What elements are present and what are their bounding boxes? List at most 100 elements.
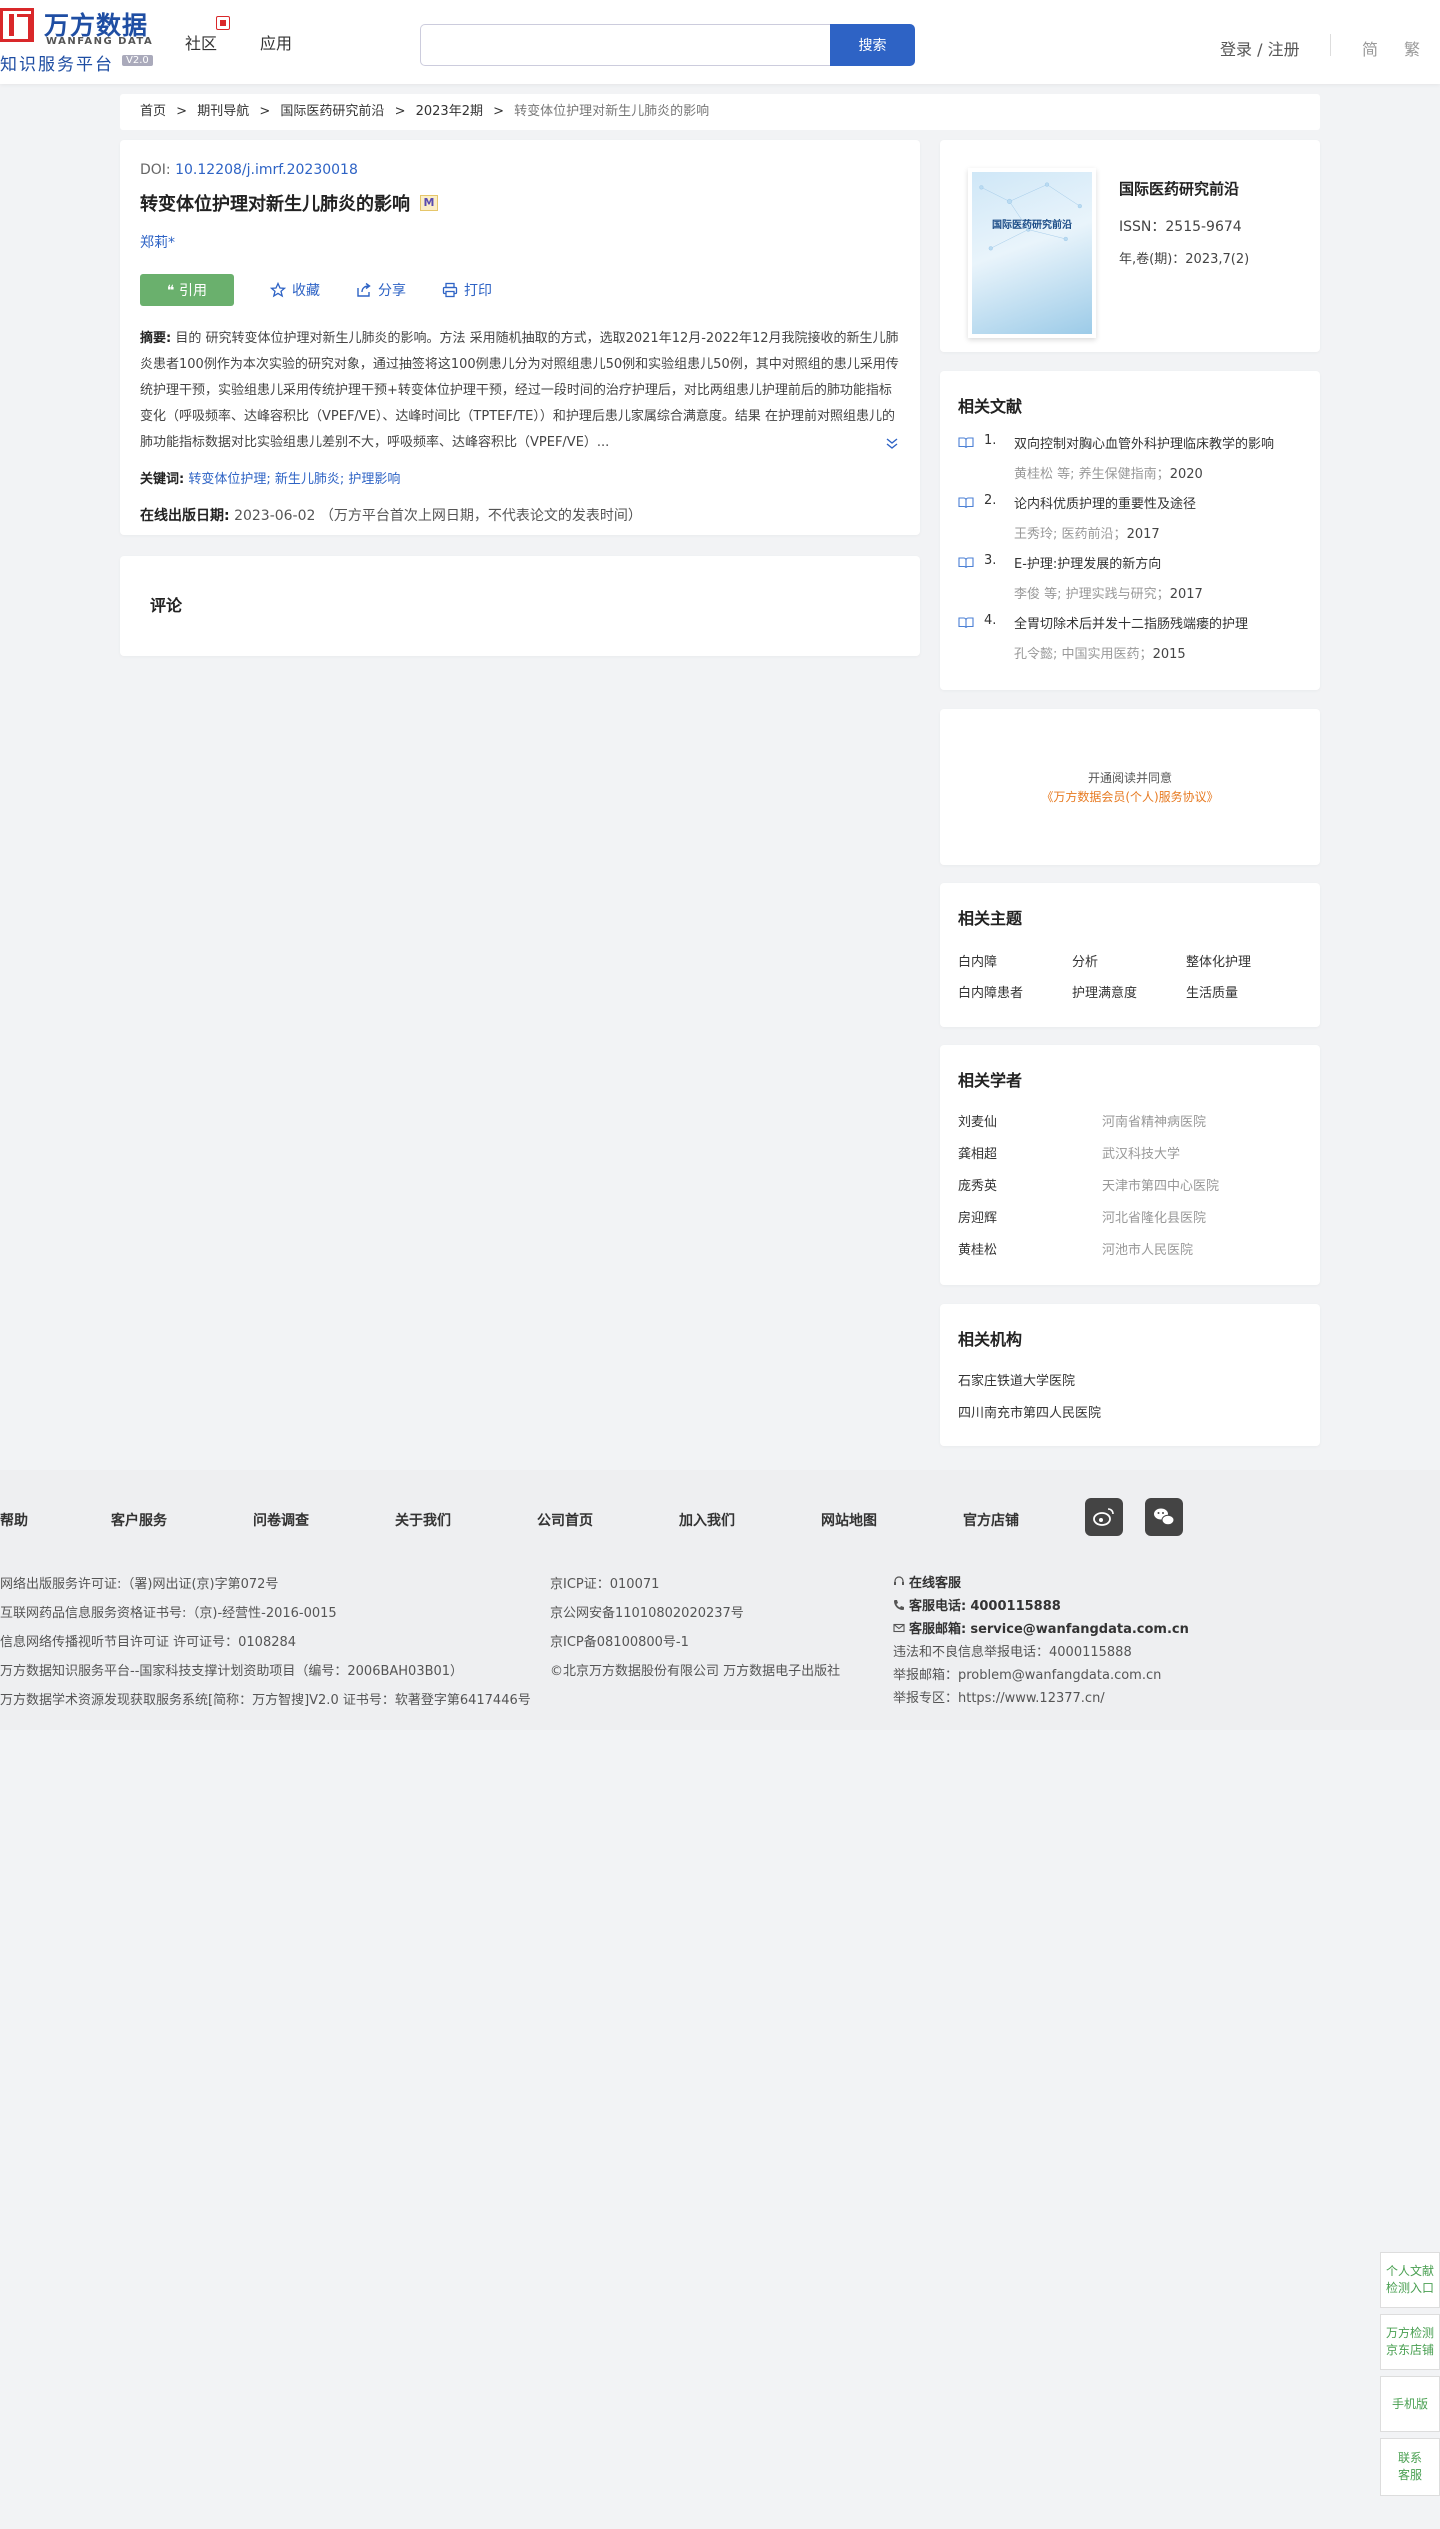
footer-link-service[interactable]: 客户服务 xyxy=(111,1510,167,1530)
list-item: 1. 双向控制对胸心血管外科护理临床教学的影响 黄桂松 等; 养生保健指南；20… xyxy=(958,433,1302,493)
online-service-link[interactable]: 在线客服 xyxy=(893,1572,1189,1595)
footer-link-company[interactable]: 公司首页 xyxy=(537,1510,593,1530)
scholar-name[interactable]: 龚相超 xyxy=(958,1143,997,1162)
scholar-list: 刘麦仙 河南省精神病医院 龚相超 武汉科技大学 庞秀英 天津市第四中心医院 房迎辉 河北… xyxy=(958,1111,1302,1271)
footer-link-join[interactable]: 加入我们 xyxy=(679,1510,735,1530)
footer-link-survey[interactable]: 问卷调查 xyxy=(253,1510,309,1530)
share-button[interactable]: 分享 xyxy=(356,280,406,300)
email-address[interactable]: service@wanfangdata.com.cn xyxy=(970,1622,1189,1637)
doc-title-link[interactable]: 双向控制对胸心血管外科护理临床教学的影响 xyxy=(1014,433,1274,452)
agreement-link[interactable]: 《万方数据会员(个人)服务协议》 xyxy=(940,788,1320,805)
online-date-label: 在线出版日期: xyxy=(140,508,230,524)
topic-link[interactable]: 整体化护理 xyxy=(1186,951,1306,970)
report-phone: 违法和不良信息举报电话：4000115888 xyxy=(893,1645,1132,1660)
crumb-journal-nav[interactable]: 期刊导航 xyxy=(197,104,249,119)
footer-link-sitemap[interactable]: 网站地图 xyxy=(821,1510,877,1530)
topic-link[interactable]: 白内障患者 xyxy=(958,982,1072,1001)
org-link[interactable]: 四川南充市第四人民医院 xyxy=(958,1406,1101,1421)
footer-link-help[interactable]: 帮助 xyxy=(0,1510,28,1530)
doc-year: 2017 xyxy=(1126,527,1160,542)
scholar-org[interactable]: 河北省隆化县医院 xyxy=(1102,1207,1206,1226)
search-button[interactable]: 搜索 xyxy=(830,24,915,66)
doc-title-link[interactable]: E-护理:护理发展的新方向 xyxy=(1014,553,1161,572)
weibo-icon[interactable] xyxy=(1085,1498,1123,1536)
topic-link[interactable]: 护理满意度 xyxy=(1072,982,1186,1001)
doc-source[interactable]: 中国实用医药 xyxy=(1062,647,1140,662)
footer-link-about[interactable]: 关于我们 xyxy=(395,1510,451,1530)
list-item: 四川南充市第四人民医院 xyxy=(958,1402,1302,1434)
nav-community[interactable]: 社区 xyxy=(185,30,217,54)
lang-simplified[interactable]: 简 xyxy=(1362,36,1378,60)
topic-link[interactable]: 分析 xyxy=(1072,951,1186,970)
doc-authors[interactable]: 孔令懿; xyxy=(1014,647,1057,662)
journal-name[interactable]: 国际医药研究前沿 xyxy=(1119,178,1239,199)
expand-chevron-icon[interactable] xyxy=(884,436,900,452)
related-topics-title: 相关主题 xyxy=(958,909,1023,928)
float-mobile-label: 手机版 xyxy=(1391,2396,1428,2411)
cite-button[interactable]: ❝ 引用 xyxy=(140,274,234,306)
author-link[interactable]: 郑莉* xyxy=(140,232,900,252)
article-title: 转变体位护理对新生儿肺炎的影响 xyxy=(140,194,410,215)
report-email[interactable]: 举报邮箱：problem@wanfangdata.com.cn xyxy=(893,1664,1189,1687)
crumb-separator: > xyxy=(259,104,271,119)
related-docs-list: 1. 双向控制对胸心血管外科护理临床教学的影响 黄桂松 等; 养生保健指南；20… xyxy=(958,433,1302,673)
float-contact-button[interactable]: 联系客服 xyxy=(1380,2438,1440,2496)
wechat-icon[interactable] xyxy=(1145,1498,1183,1536)
doc-authors[interactable]: 李俊 等; xyxy=(1014,587,1062,602)
topic-link[interactable]: 白内障 xyxy=(958,951,1072,970)
doc-title-link[interactable]: 论内科优质护理的重要性及途径 xyxy=(1014,493,1196,512)
headset-icon xyxy=(894,1576,904,1585)
article-actions: ❝ 引用 收藏 分享 打印 xyxy=(140,274,900,306)
crumb-journal[interactable]: 国际医药研究前沿 xyxy=(280,104,384,119)
scholar-org[interactable]: 河池市人民医院 xyxy=(1102,1239,1193,1258)
wanfang-logo[interactable]: 万方数据 WANFANG DATA 知识服务平台 V2.0 xyxy=(0,6,160,75)
float-detect-button[interactable]: 个人文献检测入口 xyxy=(1380,2252,1440,2308)
doc-meta: 黄桂松 等; 养生保健指南；2020 xyxy=(1014,463,1203,482)
footer-license-line: 网络出版服务许可证:（署)网出证(京)字第072号 xyxy=(0,1577,279,1592)
org-link[interactable]: 石家庄铁道大学医院 xyxy=(958,1374,1075,1389)
scholar-org[interactable]: 武汉科技大学 xyxy=(1102,1143,1180,1162)
doi-link[interactable]: 10.12208/j.imrf.20230018 xyxy=(175,162,358,178)
footer-icp-line[interactable]: 京ICP备08100800号-1 xyxy=(550,1628,840,1657)
quote-icon: ❝ xyxy=(167,283,179,299)
keywords-links[interactable]: 转变体位护理; 新生儿肺炎; 护理影响 xyxy=(188,472,400,487)
doc-year: 2015 xyxy=(1152,647,1186,662)
login-register-link[interactable]: 登录 / 注册 xyxy=(1220,36,1300,60)
float-store-button[interactable]: 万方检测京东店铺 xyxy=(1380,2314,1440,2370)
footer-license-col: 网络出版服务许可证:（署)网出证(京)字第072号 互联网药品信息服务资格证书号… xyxy=(0,1570,531,1715)
scholar-org[interactable]: 河南省精神病医院 xyxy=(1102,1111,1206,1130)
nav-apps[interactable]: 应用 xyxy=(260,30,292,54)
crumb-issue[interactable]: 2023年2期 xyxy=(416,104,483,119)
header-divider xyxy=(1330,34,1331,56)
doc-source[interactable]: 医药前沿 xyxy=(1062,527,1114,542)
print-button[interactable]: 打印 xyxy=(442,280,492,300)
crumb-home[interactable]: 首页 xyxy=(140,104,166,119)
lang-traditional[interactable]: 繁 xyxy=(1404,36,1420,60)
scholar-name[interactable]: 黄桂松 xyxy=(958,1239,997,1258)
topic-link[interactable]: 生活质量 xyxy=(1186,982,1306,1001)
footer-icp-line[interactable]: 京ICP证：010071 xyxy=(550,1570,840,1599)
print-label: 打印 xyxy=(464,283,492,299)
footer-link-store[interactable]: 官方店铺 xyxy=(963,1510,1019,1530)
float-contact-label: 联系客服 xyxy=(1397,2451,1422,2482)
doc-authors[interactable]: 黄桂松 等; xyxy=(1014,467,1075,482)
doc-authors[interactable]: 王秀玲; xyxy=(1014,527,1057,542)
list-item: 2. 论内科优质护理的重要性及途径 王秀玲; 医药前沿；2017 xyxy=(958,493,1302,553)
phone-number: 4000115888 xyxy=(970,1599,1061,1614)
search-input[interactable] xyxy=(420,24,830,66)
float-mobile-button[interactable]: 手机版 xyxy=(1380,2376,1440,2432)
crumb-separator: > xyxy=(176,104,188,119)
doc-source[interactable]: 养生保健指南 xyxy=(1079,467,1157,482)
collect-button[interactable]: 收藏 xyxy=(270,280,320,300)
report-area[interactable]: 举报专区：https://www.12377.cn/ xyxy=(893,1687,1189,1710)
scholar-name[interactable]: 庞秀英 xyxy=(958,1175,997,1194)
footer-icp-line[interactable]: 京公网安备11010802020237号 xyxy=(550,1599,840,1628)
doc-title-link[interactable]: 全胃切除术后并发十二指肠残端瘘的护理 xyxy=(1014,613,1248,632)
scholar-org[interactable]: 天津市第四中心医院 xyxy=(1102,1175,1219,1194)
scholar-name[interactable]: 刘麦仙 xyxy=(958,1111,997,1130)
scholar-name[interactable]: 房迎辉 xyxy=(958,1207,997,1226)
crumb-separator: > xyxy=(493,104,505,119)
doc-source[interactable]: 护理实践与研究 xyxy=(1066,587,1157,602)
journal-cover[interactable]: 国际医药研究前沿 xyxy=(968,168,1096,338)
article-card: DOI: 10.12208/j.imrf.20230018 转变体位护理对新生儿… xyxy=(120,140,920,535)
